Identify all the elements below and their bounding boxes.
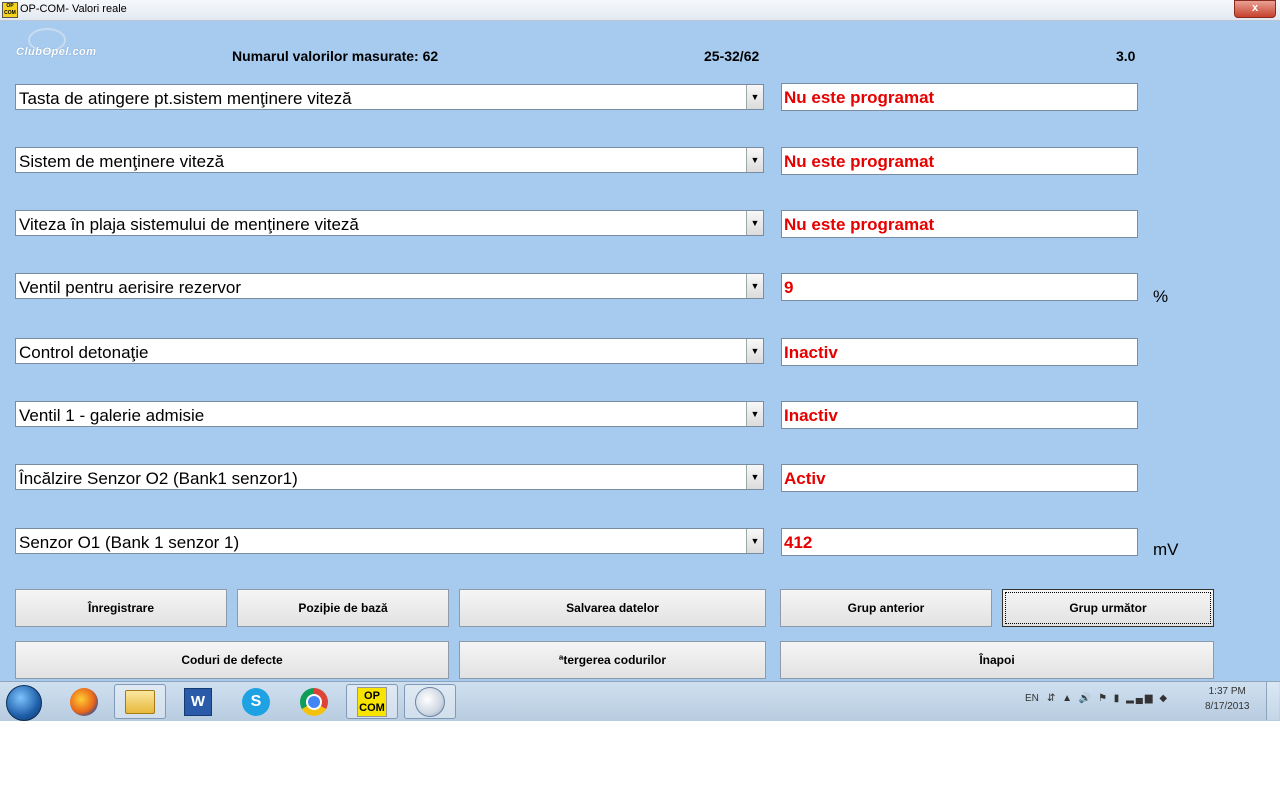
value-text: 412 xyxy=(784,533,813,552)
value-field: Nu este programat xyxy=(781,210,1138,238)
opcom-taskbar-button[interactable]: OP COM xyxy=(346,684,398,719)
paint-palette-icon xyxy=(415,686,445,717)
next-group-button[interactable]: Grup următor xyxy=(1002,589,1214,627)
clear-codes-button[interactable]: ªtergerea codurilor xyxy=(459,641,766,679)
chevron-down-icon[interactable]: ▼ xyxy=(746,465,763,489)
value-field: 412 xyxy=(781,528,1138,556)
folder-icon xyxy=(125,689,155,714)
save-data-button[interactable]: Salvarea datelor xyxy=(459,589,766,627)
record-button[interactable]: Înregistrare xyxy=(15,589,227,627)
clock[interactable]: 1:37 PM 8/17/2013 xyxy=(1205,684,1250,714)
previous-group-button[interactable]: Grup anterior xyxy=(780,589,992,627)
taskbar: W S OP COM EN ⇵ ▲ 🔊 ⚑ ▮ ▂▄▆ ◆ 1:37 PM 8/… xyxy=(0,681,1280,721)
parameter-select[interactable]: Viteza în plaja sistemului de menţinere … xyxy=(15,210,764,236)
chevron-down-icon[interactable]: ▼ xyxy=(746,148,763,172)
value-text: Nu este programat xyxy=(784,152,935,171)
value-text: Nu este programat xyxy=(784,215,935,234)
chevron-down-icon[interactable]: ▼ xyxy=(746,402,763,426)
main-panel: ClubOpel.com Numarul valorilor masurate:… xyxy=(0,21,1280,681)
parameter-label: Viteza în plaja sistemului de menţinere … xyxy=(19,215,359,234)
clock-time: 1:37 PM xyxy=(1208,686,1246,697)
value-text: Inactiv xyxy=(784,343,838,362)
unit-label: mV xyxy=(1153,540,1179,559)
skype-icon: S xyxy=(242,687,270,716)
clubopel-logo: ClubOpel.com xyxy=(16,28,112,62)
firefox-taskbar-button[interactable] xyxy=(58,684,110,719)
start-button[interactable] xyxy=(6,685,42,721)
value-field: Nu este programat xyxy=(781,83,1138,111)
parameter-label: Sistem de menţinere viteză xyxy=(19,152,225,171)
value-text: Activ xyxy=(784,469,826,488)
clock-date: 8/17/2013 xyxy=(1205,701,1250,712)
parameter-label: Control detonaţie xyxy=(19,343,149,362)
chevron-down-icon[interactable]: ▼ xyxy=(746,211,763,235)
parameter-label: Senzor O1 (Bank 1 senzor 1) xyxy=(19,533,240,552)
window-title: OP-COM- Valori reale xyxy=(20,3,127,15)
explorer-taskbar-button[interactable] xyxy=(114,684,166,719)
tray-icons[interactable]: ⇵ ▲ 🔊 ⚑ ▮ ▂▄▆ ◆ xyxy=(1047,693,1169,704)
parameter-select[interactable]: Sistem de menţinere viteză ▼ xyxy=(15,147,764,173)
unit-label: % xyxy=(1153,287,1169,306)
chevron-down-icon[interactable]: ▼ xyxy=(746,529,763,553)
parameter-label: Ventil 1 - galerie admisie xyxy=(19,406,205,425)
value-text: 9 xyxy=(784,278,794,297)
parameter-label: Încălzire Senzor O2 (Bank1 senzor1) xyxy=(19,469,298,488)
value-text: Nu este programat xyxy=(784,88,935,107)
show-desktop-button[interactable] xyxy=(1266,682,1279,720)
parameter-label: Tasta de atingere pt.sistem menţinere vi… xyxy=(19,89,352,108)
measured-count: Numarul valorilor masurate: 62 xyxy=(232,48,439,64)
chrome-icon xyxy=(300,687,328,716)
version-label: 3.0 xyxy=(1116,48,1136,64)
opcom-app-icon: OP COM xyxy=(2,2,18,18)
value-range: 25-32/62 xyxy=(704,48,760,64)
chevron-down-icon[interactable]: ▼ xyxy=(746,339,763,363)
parameter-select[interactable]: Senzor O1 (Bank 1 senzor 1) ▼ xyxy=(15,528,764,554)
title-bar: OP COM OP-COM- Valori reale x xyxy=(0,0,1280,21)
parameter-select[interactable]: Ventil pentru aerisire rezervor ▼ xyxy=(15,273,764,299)
back-button[interactable]: Înapoi xyxy=(780,641,1214,679)
chrome-taskbar-button[interactable] xyxy=(288,684,340,719)
value-field: Inactiv xyxy=(781,338,1138,366)
value-field: Activ xyxy=(781,464,1138,492)
value-field: Inactiv xyxy=(781,401,1138,429)
fault-codes-button[interactable]: Coduri de defecte xyxy=(15,641,449,679)
logo-text: ClubOpel.com xyxy=(16,46,97,58)
value-field: 9 xyxy=(781,273,1138,301)
firefox-icon xyxy=(70,687,98,716)
word-icon: W xyxy=(184,687,212,716)
parameter-select[interactable]: Ventil 1 - galerie admisie ▼ xyxy=(15,401,764,427)
skype-taskbar-button[interactable]: S xyxy=(230,684,282,719)
value-field: Nu este programat xyxy=(781,147,1138,175)
parameter-select[interactable]: Încălzire Senzor O2 (Bank1 senzor1) ▼ xyxy=(15,464,764,490)
chevron-down-icon[interactable]: ▼ xyxy=(746,85,763,109)
language-indicator[interactable]: EN xyxy=(1025,693,1039,704)
paint-taskbar-button[interactable] xyxy=(404,684,456,719)
parameter-label: Ventil pentru aerisire rezervor xyxy=(19,278,242,297)
base-position-button[interactable]: Poziþie de bază xyxy=(237,589,449,627)
parameter-select[interactable]: Control detonaţie ▼ xyxy=(15,338,764,364)
opcom-icon: OP COM xyxy=(357,686,387,717)
value-text: Inactiv xyxy=(784,406,838,425)
parameter-select[interactable]: Tasta de atingere pt.sistem menţinere vi… xyxy=(15,84,764,110)
word-taskbar-button[interactable]: W xyxy=(172,684,224,719)
close-button[interactable]: x xyxy=(1234,0,1276,18)
chevron-down-icon[interactable]: ▼ xyxy=(746,274,763,298)
